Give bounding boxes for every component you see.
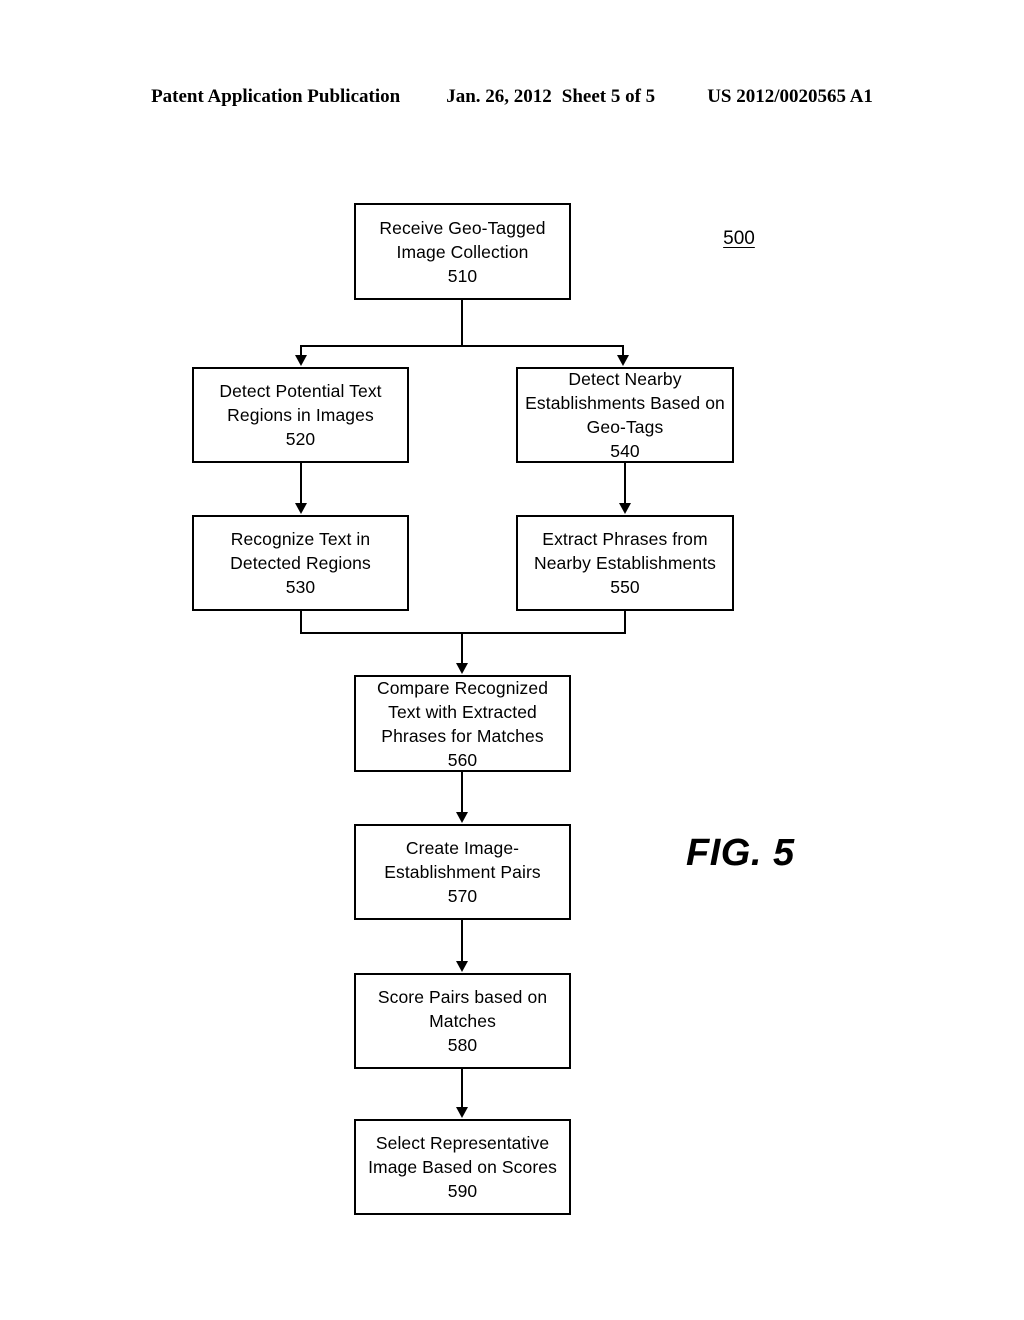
flow-node-530[interactable]: Recognize Text in Detected Regions 530 — [192, 515, 409, 611]
flow-node-550-line-2: Nearby Establishments — [533, 553, 717, 573]
connector-520-to-530-arrowhead — [295, 503, 307, 514]
connector-570-to-580-arrowhead — [456, 961, 468, 972]
connector-540-to-550-line — [624, 463, 626, 504]
figure-reference-numeral: 500 — [723, 228, 755, 249]
flowchart-figure: 500 Receive Geo-Tagged Image Collection … — [0, 0, 1024, 1320]
flow-node-540[interactable]: Detect Nearby Establishments Based on Ge… — [516, 367, 734, 463]
connector-510-split-stem — [461, 300, 463, 346]
connector-570-to-580-line — [461, 920, 463, 962]
flow-node-560[interactable]: Compare Recognized Text with Extracted P… — [354, 675, 571, 772]
flow-node-520-number: 520 — [285, 429, 316, 449]
connector-540-to-550-arrowhead — [619, 503, 631, 514]
connector-510-to-540-arrowhead — [617, 355, 629, 366]
flow-node-510-line-1: Receive Geo-Tagged — [379, 217, 546, 238]
flow-node-580[interactable]: Score Pairs based on Matches 580 — [354, 973, 571, 1069]
connector-560-to-570-line — [461, 772, 463, 813]
flow-node-580-line-2: Matches — [429, 1011, 496, 1031]
flow-node-570-line-1: Create Image- — [405, 838, 520, 858]
figure-caption: FIG. 5 — [686, 832, 795, 874]
flow-node-510-line-2: Image Collection — [396, 241, 529, 262]
flow-node-510[interactable]: Receive Geo-Tagged Image Collection 510 — [354, 203, 571, 300]
flow-node-570-line-2: Establishment Pairs — [384, 862, 541, 882]
flow-node-540-line-2: Establishments Based on — [525, 393, 725, 413]
connector-580-to-590-arrowhead — [456, 1107, 468, 1118]
flow-node-560-line-1: Compare Recognized — [376, 677, 549, 698]
flow-node-530-line-1: Recognize Text in — [230, 529, 371, 549]
flow-node-520[interactable]: Detect Potential Text Regions in Images … — [192, 367, 409, 463]
flow-node-550[interactable]: Extract Phrases from Nearby Establishmen… — [516, 515, 734, 611]
flow-node-590[interactable]: Select Representative Image Based on Sco… — [354, 1119, 571, 1215]
flow-node-590-line-2: Image Based on Scores — [368, 1157, 557, 1177]
flow-node-520-line-1: Detect Potential Text — [219, 381, 382, 401]
connector-510-split-bar — [300, 345, 624, 347]
connector-580-to-590-line — [461, 1069, 463, 1108]
connector-merge-bar — [300, 632, 626, 634]
flow-node-540-line-3: Geo-Tags — [586, 417, 664, 437]
connector-530-merge-line — [300, 611, 302, 634]
flow-node-590-line-1: Select Representative — [375, 1133, 550, 1153]
flow-node-530-number: 530 — [285, 577, 316, 597]
connector-merge-to-560-line — [461, 632, 463, 664]
connector-520-to-530-line — [300, 463, 302, 504]
flow-node-530-line-2: Detected Regions — [230, 553, 371, 573]
connector-560-to-570-arrowhead — [456, 812, 468, 823]
flow-node-540-number: 540 — [610, 441, 640, 461]
flow-node-560-line-2: Text with Extracted — [388, 701, 537, 722]
connector-510-to-520-arrowhead — [295, 355, 307, 366]
flow-node-580-number: 580 — [447, 1035, 478, 1055]
flow-node-560-line-3: Phrases for Matches — [381, 725, 544, 746]
connector-merge-to-560-arrowhead — [456, 663, 468, 674]
flow-node-580-line-1: Score Pairs based on — [377, 987, 548, 1007]
flow-node-570[interactable]: Create Image- Establishment Pairs 570 — [354, 824, 571, 920]
flow-node-510-number: 510 — [447, 265, 478, 286]
flow-node-570-number: 570 — [447, 886, 478, 906]
flow-node-550-line-1: Extract Phrases from — [542, 529, 708, 549]
flow-node-520-line-2: Regions in Images — [227, 405, 374, 425]
flow-node-540-line-1: Detect Nearby — [568, 369, 682, 389]
flow-node-560-number: 560 — [447, 749, 478, 770]
flow-node-590-number: 590 — [447, 1181, 478, 1201]
connector-550-merge-line — [624, 611, 626, 634]
flow-node-550-number: 550 — [610, 577, 640, 597]
